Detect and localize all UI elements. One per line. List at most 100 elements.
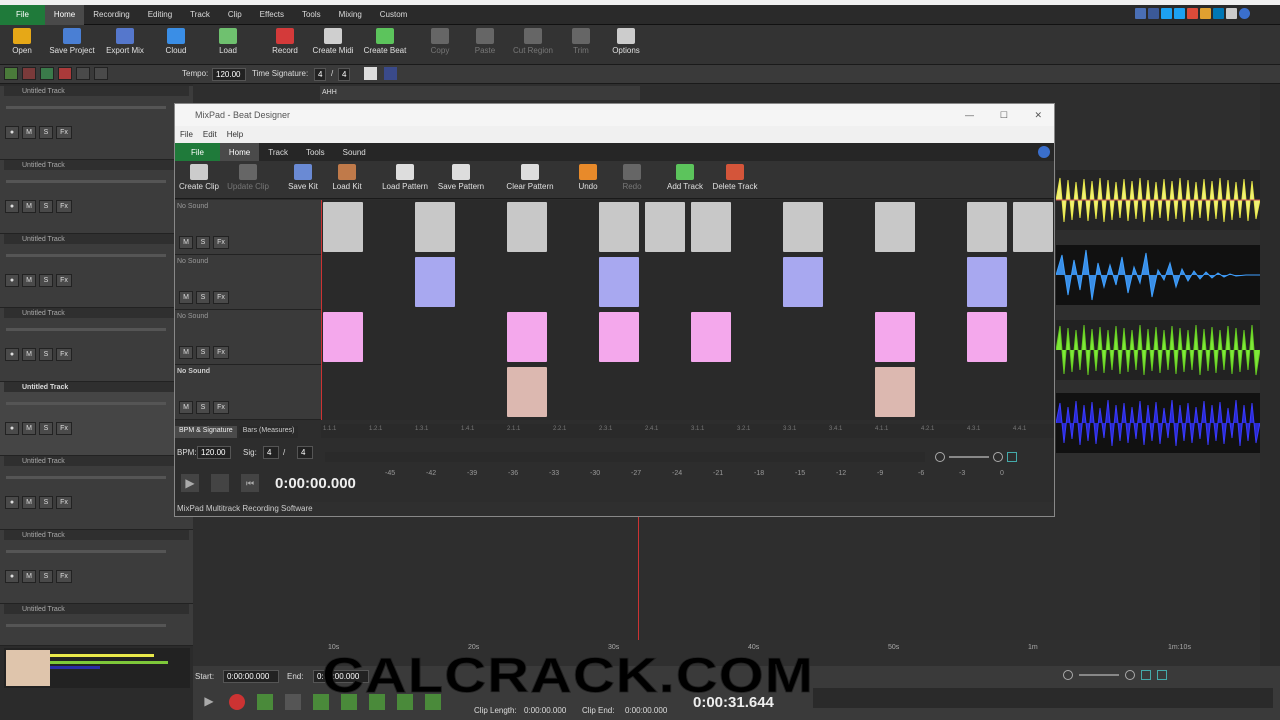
step-cell-on[interactable] (415, 257, 455, 307)
create-clip-button[interactable]: Create Clip (177, 163, 221, 191)
mute-button[interactable]: M (179, 291, 193, 304)
track-header[interactable]: Untitled Track (0, 604, 193, 646)
fx-button[interactable]: Fx (56, 126, 72, 139)
step-cell-on[interactable] (507, 367, 547, 417)
facebook-icon[interactable] (1148, 8, 1159, 19)
zoom-in-icon[interactable] (1125, 670, 1135, 680)
play-button[interactable]: ▶ (181, 474, 199, 492)
overview-viewport[interactable] (6, 650, 50, 686)
mute-button[interactable]: M (22, 570, 36, 583)
step-cell-on[interactable] (783, 257, 823, 307)
step-cell-on[interactable] (507, 202, 547, 252)
record-button[interactable]: Record (268, 27, 302, 55)
step-cell-on[interactable] (875, 202, 915, 252)
step-cell-on[interactable] (599, 312, 639, 362)
rewind-button[interactable]: ⏮ (241, 474, 259, 492)
record-arm-button[interactable]: ● (5, 200, 19, 213)
start-input[interactable]: 0:00:00.000 (223, 670, 279, 683)
fx-button[interactable]: Fx (56, 422, 72, 435)
volume-slider[interactable] (6, 328, 166, 331)
help-icon[interactable] (1239, 8, 1250, 19)
fx-button[interactable]: Fx (213, 236, 229, 249)
step-cell-on[interactable] (323, 202, 363, 252)
step-cell-on[interactable] (323, 312, 363, 362)
step-cell-on[interactable] (875, 367, 915, 417)
copy-button[interactable]: Copy (426, 27, 454, 55)
save-project-button[interactable]: Save Project (46, 27, 98, 55)
fx-button[interactable]: Fx (56, 274, 72, 287)
solo-button[interactable]: S (39, 126, 53, 139)
mute-button[interactable]: M (22, 422, 36, 435)
step-cell-on[interactable] (507, 312, 547, 362)
minimize-icon[interactable]: — (965, 104, 974, 126)
mute-button[interactable]: M (179, 346, 193, 359)
record-track-icon[interactable] (22, 67, 36, 80)
sig-top-input[interactable]: 4 (263, 446, 279, 459)
menu-help[interactable]: Help (227, 126, 243, 143)
tab-custom[interactable]: Custom (371, 5, 417, 25)
dropdown-icon[interactable] (1226, 8, 1237, 19)
bpm-input[interactable]: 120.00 (197, 446, 231, 459)
record-arm-button[interactable]: ● (5, 570, 19, 583)
zoom-fit-icon[interactable] (1007, 452, 1017, 462)
fx-button[interactable]: Fx (213, 346, 229, 359)
solo-button[interactable]: S (39, 200, 53, 213)
mute-button[interactable]: M (22, 200, 36, 213)
add-track-button[interactable]: Add Track (665, 163, 705, 191)
waveform-navy[interactable] (1056, 393, 1260, 453)
record-arm-button[interactable]: ● (5, 496, 19, 509)
tab-tools[interactable]: Tools (293, 5, 330, 25)
volume-slider[interactable] (6, 402, 166, 405)
mute-button[interactable]: M (22, 126, 36, 139)
dtab-track[interactable]: Track (259, 143, 297, 163)
horizontal-scrollbar[interactable] (325, 452, 925, 462)
volume-slider[interactable] (6, 550, 166, 553)
google-plus-icon[interactable] (1187, 8, 1198, 19)
track-header[interactable]: Untitled Track ● M S Fx (0, 382, 193, 456)
solo-button[interactable]: S (39, 274, 53, 287)
dtab-home[interactable]: Home (219, 143, 260, 163)
add-track-icon[interactable] (4, 67, 18, 80)
record-arm-button[interactable]: ● (5, 348, 19, 361)
record-icon[interactable] (229, 694, 245, 710)
volume-slider[interactable] (6, 624, 166, 627)
tab-editing[interactable]: Editing (139, 5, 181, 25)
dialog-title-bar[interactable]: MixPad - Beat Designer — ☐ ✕ (175, 104, 1054, 126)
solo-button[interactable]: S (196, 401, 210, 414)
cut-region-button[interactable]: Cut Region (510, 27, 556, 55)
options-button[interactable]: Options (608, 27, 644, 55)
create-beat-button[interactable]: Create Beat (360, 27, 410, 55)
zoom-selection-icon[interactable] (1157, 670, 1167, 680)
beat-designer-dialog[interactable]: MixPad - Beat Designer — ☐ ✕ File Edit H… (174, 103, 1055, 517)
mute-button[interactable]: M (22, 348, 36, 361)
tab-recording[interactable]: Recording (84, 5, 138, 25)
lane-header[interactable]: No Sound M S Fx (175, 200, 321, 255)
play-icon[interactable]: ▶ (201, 694, 217, 710)
close-icon[interactable]: ✕ (1034, 104, 1042, 126)
stop-icon[interactable] (285, 694, 301, 710)
measure-ruler[interactable]: 1.1.1 1.2.1 1.3.1 1.4.1 2.1.1 2.2.1 2.3.1 2.4.1… (321, 424, 1054, 438)
sig-top-input[interactable]: 4 (314, 68, 326, 81)
redo-button[interactable]: Redo (619, 163, 645, 191)
open-button[interactable]: Open (8, 27, 36, 55)
twitter-icon[interactable] (1161, 8, 1172, 19)
fx-button[interactable]: Fx (213, 291, 229, 304)
step-cell-on[interactable] (967, 257, 1007, 307)
dtab-file[interactable]: File (175, 143, 220, 163)
mute-button[interactable]: M (22, 274, 36, 287)
volume-slider[interactable] (6, 180, 166, 183)
solo-button[interactable]: S (196, 236, 210, 249)
undo-button[interactable]: Undo (575, 163, 601, 191)
mute-button[interactable]: M (22, 496, 36, 509)
tab-file[interactable]: File (0, 5, 45, 25)
lane-header[interactable]: No Sound M S Fx (175, 365, 321, 420)
menu-file[interactable]: File (180, 126, 193, 143)
step-cell-on[interactable] (783, 202, 823, 252)
bars-tab[interactable]: Bars (Measures) (238, 426, 299, 438)
track-header[interactable]: Untitled Track ● M S Fx (0, 86, 193, 160)
tab-mixing[interactable]: Mixing (330, 5, 371, 25)
delete-icon[interactable] (58, 67, 72, 80)
dtab-sound[interactable]: Sound (334, 143, 375, 163)
fx-button[interactable]: Fx (56, 348, 72, 361)
update-clip-button[interactable]: Update Clip (225, 163, 271, 191)
